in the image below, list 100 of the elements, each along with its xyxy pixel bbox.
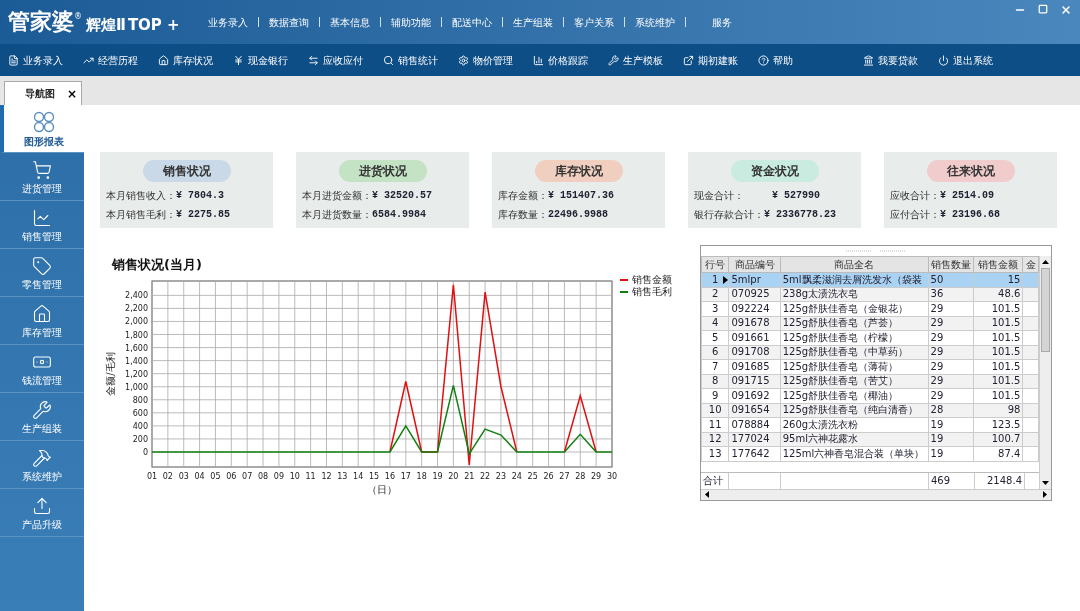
sidebar-item[interactable]: 产品升级	[0, 489, 84, 537]
menu-item[interactable]: 生产组装	[512, 14, 553, 30]
table-cell: 5ml飘柔滋润去屑洗发水（袋装	[780, 272, 929, 287]
stat-label: 库存数量：	[498, 208, 548, 222]
y-tick-label: 1,200	[125, 369, 148, 379]
toolbar-button[interactable]: 期初建账	[683, 52, 738, 68]
x-tick-label: 08	[257, 472, 269, 481]
right-arrow-icon[interactable]	[1043, 491, 1047, 498]
table-cell: 101.5	[973, 330, 1023, 345]
maximize-icon[interactable]	[1038, 4, 1048, 14]
document-icon	[8, 54, 19, 66]
table-cell: 070925	[728, 287, 781, 302]
power-icon	[938, 54, 949, 66]
sidebar-item[interactable]: 销售管理	[0, 201, 84, 249]
menu-item[interactable]: 系统维护	[634, 14, 675, 30]
toolbar-button[interactable]: 价格跟踪	[533, 52, 588, 68]
logo-mark: ®	[74, 11, 82, 23]
menu-item[interactable]: 业务录入	[207, 14, 248, 30]
toolbar-button[interactable]: 销售统计	[383, 52, 438, 68]
horizontal-scrollbar[interactable]	[701, 488, 1051, 500]
table-cell: 123.5	[973, 417, 1023, 432]
menu-item[interactable]: 辅助功能	[390, 14, 431, 30]
y-tick-label: 2,400	[125, 291, 148, 301]
toolbar-button[interactable]: 退出系统	[938, 52, 993, 68]
toolbar-button[interactable]: 我要贷款	[863, 52, 918, 68]
close-icon[interactable]	[1060, 4, 1072, 16]
x-tick-label: 17	[400, 472, 411, 481]
stat-label: 库存金额：	[498, 189, 548, 203]
column-header[interactable]: 行号	[701, 256, 729, 273]
x-tick-label: 11	[305, 472, 316, 481]
table-cell: 19	[928, 432, 974, 447]
sidebar-item[interactable]: 生产组装	[0, 393, 84, 441]
table-cell: 101.5	[973, 374, 1023, 389]
sidebar-item[interactable]: 钱流管理	[0, 345, 84, 393]
column-header[interactable]: 商品全名	[780, 256, 929, 273]
toolbar-button[interactable]: 应收应付	[308, 52, 363, 68]
menu-item[interactable]: 数据查询	[268, 14, 309, 30]
menu-item[interactable]: 配送中心	[451, 14, 492, 30]
up-arrow-icon[interactable]	[1042, 260, 1049, 264]
sidebar-item[interactable]: 库存管理	[0, 297, 84, 345]
x-tick-label: 13	[337, 472, 348, 481]
stat-label: 银行存款合计：	[694, 208, 764, 222]
left-arrow-icon[interactable]	[705, 491, 709, 498]
stat-value: ¥ 2514.09	[940, 189, 994, 203]
table-cell: 29	[928, 345, 974, 360]
column-header[interactable]: 金	[1022, 256, 1039, 273]
table-cell: 091661	[728, 330, 781, 345]
table-cell: 4	[701, 316, 729, 331]
sidebar-item[interactable]: 零售管理	[0, 249, 84, 297]
tab-close-button[interactable]: ×	[67, 87, 78, 100]
toolbar-button[interactable]: 帮助	[758, 52, 793, 68]
toolbar-button[interactable]: 现金银行	[233, 52, 288, 68]
wrench-icon	[32, 399, 52, 420]
bank-icon	[863, 54, 874, 66]
table-cell: 29	[928, 330, 974, 345]
menu-item[interactable]: 服务	[711, 14, 732, 30]
x-tick-label: 23	[495, 472, 507, 481]
footer-cell: 2148.4	[975, 472, 1025, 489]
table-cell: 092224	[728, 301, 781, 316]
column-header[interactable]: 销售金额	[973, 256, 1023, 273]
table-cell: 100.7	[973, 432, 1023, 447]
sidebar-item[interactable]: 进货管理	[0, 153, 84, 201]
table-cell: 101.5	[973, 301, 1023, 316]
table-cell: 48.6	[973, 287, 1023, 302]
table-cell: 87.4	[973, 446, 1023, 461]
table-cell: 125g舒肤佳香皂（金银花）	[780, 301, 929, 316]
table-cell: 125g舒肤佳香皂（纯白清香）	[780, 403, 929, 418]
table-cell: 125g舒肤佳香皂（芦荟）	[780, 316, 929, 331]
table-cell: 95ml六神花露水	[780, 432, 929, 447]
x-tick-label: 30	[606, 472, 618, 481]
y-tick-label: 800	[132, 395, 148, 405]
sidebar-item[interactable]: 系统维护	[0, 441, 84, 489]
sidebar-item[interactable]: 图形报表	[0, 105, 84, 153]
toolbar-button[interactable]: 经营历程	[83, 52, 138, 68]
table-cell: 238g太渍洗衣皂	[780, 287, 929, 302]
footer-cell: 合计	[701, 472, 729, 489]
bar-chart-icon	[533, 54, 544, 66]
menu-item[interactable]: 客户关系	[573, 14, 614, 30]
scroll-thumb[interactable]	[1041, 268, 1050, 352]
menu-item[interactable]: 基本信息	[329, 14, 370, 30]
y-axis-label: 金额/毛利	[105, 352, 116, 396]
logo-text: 管家婆	[8, 11, 74, 33]
toolbar-button[interactable]: 库存状况	[158, 52, 213, 68]
column-header[interactable]: 商品编号	[728, 256, 781, 273]
y-tick-label: 1,600	[125, 343, 148, 353]
document-tab[interactable]: 导航图 ×	[4, 81, 83, 105]
table-cell: 177024	[728, 432, 781, 447]
y-tick-label: 0	[142, 448, 148, 457]
table-cell: 11	[701, 417, 729, 432]
toolbar-button[interactable]: 业务录入	[8, 52, 63, 68]
house-icon	[32, 303, 52, 324]
chart-title: 销售状况(当月)	[112, 257, 202, 272]
toolbar-button[interactable]: 生产模板	[608, 52, 663, 68]
table-cell: 125g舒肤佳香皂（苦艾）	[780, 374, 929, 389]
stat-label: 本月进货数量：	[302, 208, 372, 222]
down-arrow-icon[interactable]	[1042, 480, 1049, 485]
toolbar-button[interactable]: 物价管理	[458, 52, 513, 68]
column-header[interactable]: 销售数量	[928, 256, 974, 273]
table-cell: 101.5	[973, 345, 1023, 360]
vertical-scrollbar[interactable]	[1039, 256, 1051, 489]
